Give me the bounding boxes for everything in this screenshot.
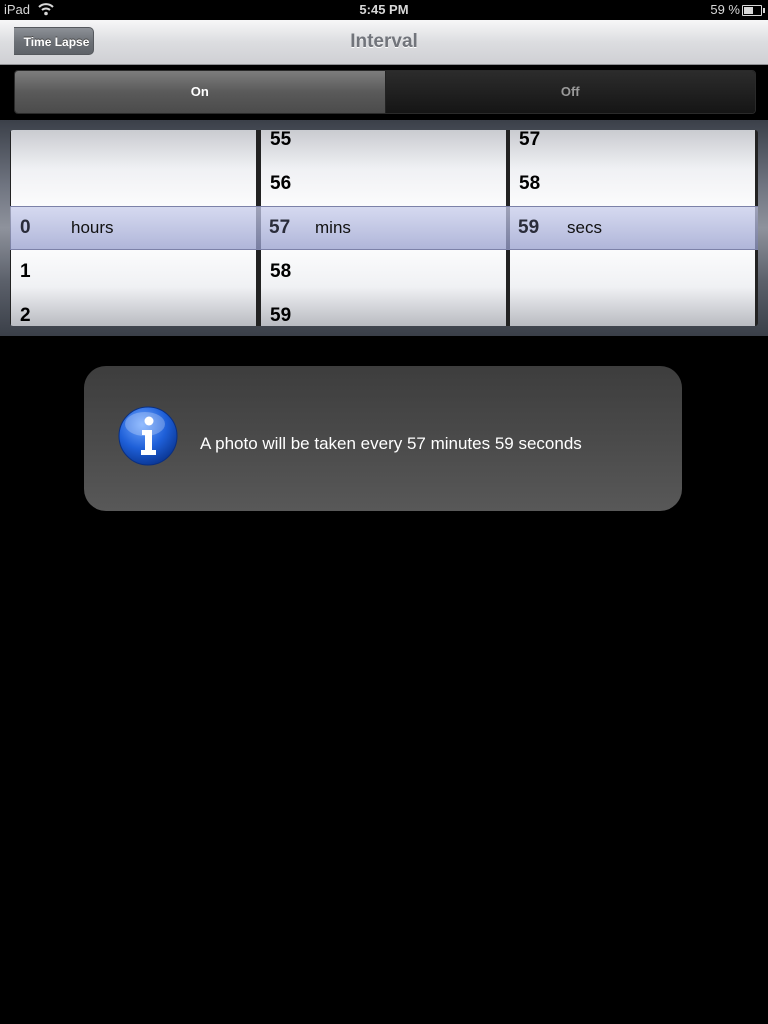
hours-unit-label: hours (71, 218, 114, 237)
mins-row: 55 (270, 130, 292, 150)
mins-row: 59 (270, 305, 292, 326)
info-message-box: A photo will be taken every 57 minutes 5… (84, 366, 682, 511)
segment-area: On Off (0, 65, 768, 120)
page-title: Interval (350, 31, 418, 52)
secs-row (510, 294, 755, 326)
segment-off[interactable]: Off (385, 71, 755, 113)
secs-row (510, 250, 755, 294)
mins-row: 58 (270, 261, 292, 282)
mins-selected: 57 (269, 217, 291, 238)
battery-percent: 59 % (710, 2, 740, 17)
mins-row: 56 (270, 173, 292, 194)
hours-row: 1 (20, 261, 31, 282)
secs-unit-label: secs (567, 218, 602, 237)
mins-unit-label: mins (315, 218, 351, 237)
picker-selection-band (10, 206, 758, 250)
secs-row: 58 (519, 173, 541, 194)
navigation-bar: Time Lapse Interval (0, 20, 768, 65)
hours-selected: 0 (20, 217, 31, 238)
info-message: A photo will be taken every 57 minutes 5… (200, 434, 582, 453)
status-time: 5:45 PM (359, 2, 409, 17)
hours-row (11, 130, 256, 174)
hours-row: 2 (20, 305, 31, 326)
info-icon (118, 406, 178, 466)
segment-on[interactable]: On (15, 71, 386, 113)
secs-row: 57 (519, 130, 541, 150)
status-bar: iPad 5:45 PM 59 % (0, 0, 768, 20)
secs-selected: 59 (518, 217, 540, 238)
battery-fill (744, 7, 753, 14)
battery-icon (742, 5, 765, 16)
on-off-segmented-control: On Off (14, 70, 756, 114)
